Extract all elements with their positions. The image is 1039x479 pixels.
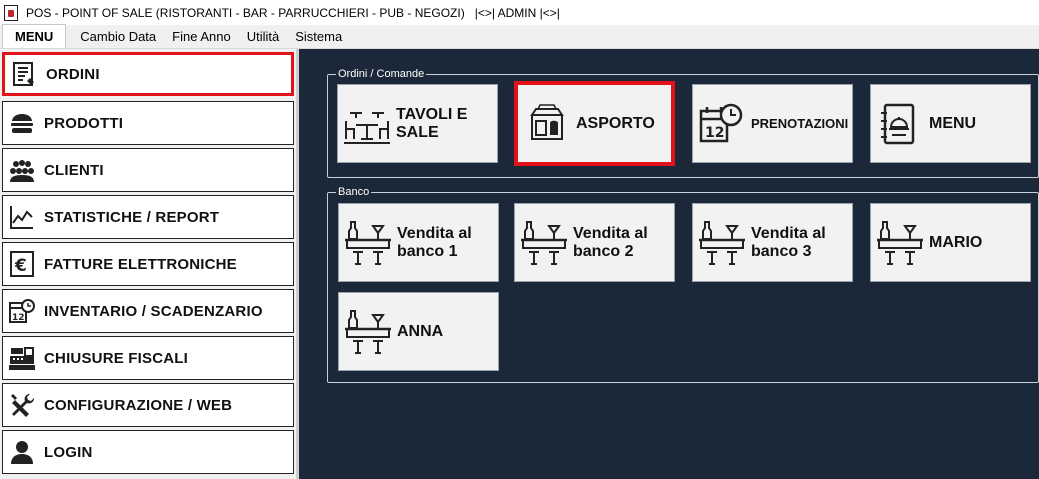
people-group-icon	[6, 154, 38, 186]
sidebar-item-label: CHIUSURE FISCALI	[44, 349, 189, 367]
tab-sistema[interactable]: Sistema	[287, 26, 350, 48]
takeaway-icon	[522, 99, 572, 149]
line-chart-icon	[6, 201, 38, 233]
tile-label: Vendita al banco 3	[751, 224, 826, 260]
tile-tavoli-e-sale[interactable]: TAVOLI E SALE	[337, 84, 498, 163]
sidebar-item-label: CLIENTI	[44, 161, 104, 179]
tile-vendita-banco-1[interactable]: Vendita al banco 1	[338, 203, 499, 282]
app-icon	[4, 4, 18, 21]
sidebar-item-ordini[interactable]: ORDINI	[2, 52, 294, 96]
tile-vendita-banco-2[interactable]: Vendita al banco 2	[514, 203, 675, 282]
tile-mario[interactable]: MARIO	[870, 203, 1031, 282]
euro-invoice-icon: €	[6, 248, 38, 280]
sidebar-item-login[interactable]: LOGIN	[2, 430, 294, 474]
tile-label: Vendita al banco 2	[573, 224, 648, 260]
tab-utilita[interactable]: Utilità	[239, 26, 288, 48]
burger-icon	[6, 107, 38, 139]
tab-menu[interactable]: MENU	[2, 24, 67, 48]
svg-text:€: €	[14, 256, 27, 276]
sidebar-item-label: FATTURE ELETTRONICHE	[44, 255, 237, 273]
title-bar: POS - POINT OF SALE (RISTORANTI - BAR - …	[0, 0, 1039, 25]
calendar-clock-icon: 12	[697, 99, 747, 149]
sidebar-item-clienti[interactable]: CLIENTI	[2, 148, 294, 192]
group-legend: Ordini / Comande	[336, 67, 427, 81]
sidebar-item-configurazione[interactable]: CONFIGURAZIONE / WEB	[2, 383, 294, 427]
group-legend: Banco	[336, 185, 372, 199]
sidebar-item-prodotti[interactable]: PRODOTTI	[2, 101, 294, 145]
sidebar: ORDINI PRODOTTI CLIENTI STATISTICHE / RE…	[0, 49, 299, 479]
svg-text:12: 12	[705, 125, 724, 141]
tile-label: MENU	[929, 114, 977, 132]
sidebar-item-inventario[interactable]: 12 INVENTARIO / SCADENZARIO	[2, 289, 294, 333]
sidebar-item-statistiche[interactable]: STATISTICHE / REPORT	[2, 195, 294, 239]
tables-icon	[342, 99, 392, 149]
sidebar-item-label: ORDINI	[46, 65, 100, 83]
bar-counter-icon	[875, 218, 925, 268]
tile-label: TAVOLI E SALE	[396, 105, 468, 141]
order-list-icon	[8, 58, 40, 90]
tile-label: MARIO	[929, 233, 983, 251]
sidebar-item-label: STATISTICHE / REPORT	[44, 208, 220, 226]
tab-fine-anno[interactable]: Fine Anno	[164, 26, 239, 48]
menu-bar: MENU Cambio Data Fine Anno Utilità Siste…	[0, 24, 1039, 49]
sidebar-item-chiusure[interactable]: CHIUSURE FISCALI	[2, 336, 294, 380]
sidebar-item-label: INVENTARIO / SCADENZARIO	[44, 302, 263, 320]
tools-icon	[6, 389, 38, 421]
bar-counter-icon	[343, 218, 393, 268]
calendar-clock-icon: 12	[6, 295, 38, 327]
tab-cambio-data[interactable]: Cambio Data	[72, 26, 164, 48]
tile-asporto[interactable]: ASPORTO	[514, 81, 675, 166]
sidebar-item-label: PRODOTTI	[44, 114, 124, 132]
tile-label: PRENOTAZIONI	[751, 115, 849, 131]
sidebar-item-label: CONFIGURAZIONE / WEB	[44, 396, 233, 414]
sidebar-item-fatture[interactable]: € FATTURE ELETTRONICHE	[2, 242, 294, 286]
tile-label: Vendita al banco 1	[397, 224, 472, 260]
sidebar-item-label: LOGIN	[44, 443, 93, 461]
cash-register-icon	[6, 342, 38, 374]
bar-counter-icon	[697, 218, 747, 268]
tile-menu[interactable]: MENU	[870, 84, 1031, 163]
tile-prenotazioni[interactable]: 12 PRENOTAZIONI	[692, 84, 853, 163]
ordini-group: Ordini / Comande TAVOLI E SALE ASPORTO 12…	[327, 67, 1039, 178]
main-panel: Ordini / Comande TAVOLI E SALE ASPORTO 12…	[299, 49, 1039, 479]
user-icon	[6, 436, 38, 468]
svg-text:12: 12	[12, 313, 25, 323]
tile-label: ASPORTO	[576, 114, 655, 132]
bar-counter-icon	[343, 307, 393, 357]
bar-counter-icon	[519, 218, 569, 268]
menu-book-icon	[875, 99, 925, 149]
window-title: POS - POINT OF SALE (RISTORANTI - BAR - …	[26, 5, 560, 20]
tile-label: ANNA	[397, 322, 444, 340]
tile-anna[interactable]: ANNA	[338, 292, 499, 371]
tile-vendita-banco-3[interactable]: Vendita al banco 3	[692, 203, 853, 282]
banco-group: Banco Vendita al banco 1 Vendita al banco …	[327, 185, 1039, 383]
